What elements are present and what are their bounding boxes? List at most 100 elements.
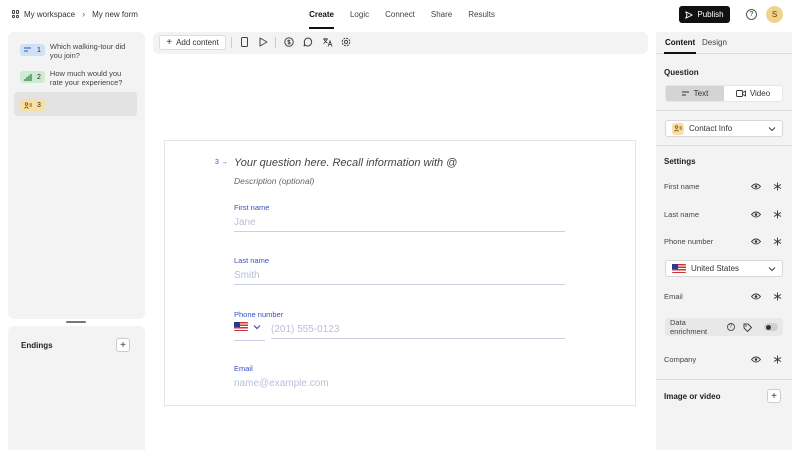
country-dropdown[interactable]: United States <box>665 260 783 277</box>
toolbar-divider <box>275 37 276 48</box>
chevron-down-icon <box>253 324 261 329</box>
setting-company: Company <box>664 353 782 365</box>
contact-info-icon <box>672 122 684 135</box>
us-flag-icon <box>234 322 248 331</box>
question-title: How much would you rate your experience? <box>49 69 123 87</box>
eye-icon[interactable] <box>751 181 761 191</box>
question-title-input[interactable]: Your question here. Recall information w… <box>234 157 457 169</box>
panel-divider <box>656 145 792 146</box>
settings-heading: Settings <box>664 157 696 166</box>
email-label: Email <box>234 364 253 373</box>
question-title: Which walking-tour did you join? <box>49 42 126 60</box>
video-option-label: Video <box>749 89 771 98</box>
send-icon <box>685 10 694 19</box>
data-enrichment-toggle[interactable] <box>763 323 779 331</box>
required-asterisk-icon[interactable] <box>772 236 782 246</box>
last-name-label: Last name <box>234 256 270 265</box>
arrow-right-icon: → <box>220 159 228 166</box>
question-list-item[interactable]: 2 How much would you rate your experienc… <box>14 65 137 91</box>
translate-icon[interactable] <box>321 36 333 48</box>
setting-email: Email <box>664 290 782 302</box>
tab-logic[interactable]: Logic <box>350 10 369 29</box>
currency-icon[interactable] <box>283 36 295 48</box>
setting-phone-number: Phone number <box>664 235 782 247</box>
setting-label: Company <box>664 354 697 364</box>
phone-number-label: Phone number <box>234 310 284 319</box>
tab-create[interactable]: Create <box>309 10 334 29</box>
tab-connect[interactable]: Connect <box>385 10 415 29</box>
image-or-video-heading: Image or video <box>664 392 721 401</box>
required-asterisk-icon[interactable] <box>772 354 782 364</box>
question-badge: 2 <box>20 71 45 83</box>
video-icon <box>735 90 746 97</box>
question-type-dropdown[interactable]: Contact Info <box>665 120 783 137</box>
editor-toolbar <box>153 32 648 54</box>
add-content-button[interactable]: + Add content <box>159 35 226 50</box>
breadcrumb: My workspace › My new form <box>12 9 138 19</box>
question-list-item[interactable]: 1 Which walking-tour did you join? <box>14 38 137 64</box>
avatar[interactable]: S <box>766 6 783 23</box>
question-badge: 3 <box>20 99 45 111</box>
publish-button[interactable]: Publish <box>679 6 730 23</box>
required-asterisk-icon[interactable] <box>772 209 782 219</box>
setting-label: Email <box>664 291 683 301</box>
play-icon[interactable] <box>257 36 269 48</box>
phone-number-field[interactable]: (201) 555-0123 <box>271 324 565 339</box>
country-value: United States <box>691 264 740 273</box>
question-list-panel: 1 Which walking-tour did you join? 2 How… <box>8 32 145 319</box>
toolbar-divider <box>231 37 232 48</box>
settings-icon[interactable] <box>340 36 352 48</box>
help-icon[interactable]: ? <box>746 9 757 20</box>
first-name-label: First name <box>234 203 270 212</box>
text-option-label: Text <box>693 89 709 98</box>
question-number-indicator: 3 → <box>215 159 228 166</box>
active-tab-indicator <box>664 52 696 54</box>
setting-label: First name <box>664 181 700 191</box>
text-option[interactable]: Text <box>666 86 724 101</box>
tab-share[interactable]: Share <box>431 10 452 29</box>
eye-icon[interactable] <box>751 236 761 246</box>
question-type-value: Contact Info <box>689 124 733 133</box>
mobile-preview-icon[interactable] <box>238 36 250 48</box>
setting-label: Phone number <box>664 236 714 246</box>
required-asterisk-icon[interactable] <box>772 181 782 191</box>
chat-icon[interactable] <box>302 36 314 48</box>
eye-icon[interactable] <box>751 291 761 301</box>
data-enrichment-row: Data enrichment ? <box>665 318 783 336</box>
question-list-item-selected[interactable]: 3 <box>14 92 137 116</box>
grid-icon <box>12 10 20 18</box>
short-text-icon <box>681 91 689 95</box>
tag-icon <box>743 323 752 332</box>
eye-icon[interactable] <box>751 209 761 219</box>
question-number: 2 <box>37 73 41 81</box>
add-media-button[interactable]: + <box>767 389 781 403</box>
publish-label: Publish <box>697 10 724 19</box>
resize-handle[interactable] <box>66 321 86 323</box>
us-flag-icon <box>672 264 686 273</box>
setting-label: Last name <box>664 209 700 219</box>
form-name[interactable]: My new form <box>92 10 138 19</box>
rating-icon <box>24 73 32 81</box>
tab-content[interactable]: Content <box>665 38 695 47</box>
question-number: 1 <box>37 46 41 54</box>
question-description-input[interactable]: Description (optional) <box>234 176 314 186</box>
tab-design[interactable]: Design <box>702 38 727 47</box>
add-content-label: Add content <box>176 38 219 47</box>
last-name-field[interactable]: Smith <box>234 270 565 285</box>
email-field[interactable]: name@example.com <box>234 378 565 392</box>
country-code-underline <box>234 340 265 341</box>
setting-last-name: Last name <box>664 208 782 220</box>
chevron-down-icon <box>768 266 776 271</box>
tab-results[interactable]: Results <box>468 10 495 29</box>
plus-icon: + <box>166 37 173 48</box>
first-name-field[interactable]: Jane <box>234 217 565 232</box>
add-ending-button[interactable]: + <box>116 338 130 352</box>
country-code-selector[interactable] <box>234 322 261 331</box>
chevron-right-icon: › <box>82 9 86 19</box>
video-option[interactable]: Video <box>724 86 782 101</box>
eye-icon[interactable] <box>751 354 761 364</box>
info-icon[interactable]: ? <box>726 323 735 331</box>
question-heading: Question <box>664 68 699 77</box>
required-asterisk-icon[interactable] <box>772 291 782 301</box>
workspace-link[interactable]: My workspace <box>24 10 75 19</box>
